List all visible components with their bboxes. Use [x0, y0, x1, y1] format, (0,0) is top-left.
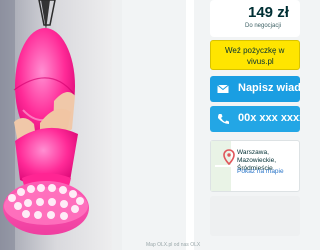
send-message-button[interactable]: Napisz wiadom: [210, 76, 300, 102]
loan-ad-line1: Weź pożyczkę w: [225, 46, 285, 55]
loan-ad-line2: vivus.pl: [247, 57, 274, 66]
listing-page: 149 zł Do negocjacji Weź pożyczkę w vivu…: [0, 0, 300, 250]
photo-gallery[interactable]: [0, 0, 197, 250]
location-card: Warszawa, Mazowieckie, Śródmieście Pokaż…: [210, 140, 300, 192]
location-city: Warszawa, Mazowieckie,: [237, 149, 277, 164]
show-on-map-link[interactable]: Pokaż na mapie: [237, 168, 284, 175]
envelope-icon: [217, 84, 229, 93]
column-divider: [186, 0, 200, 250]
send-message-label: Napisz wiadom: [238, 82, 300, 94]
map-placeholder: [210, 196, 300, 236]
product-photo[interactable]: [0, 0, 112, 250]
footer-copy: Map OLX.pl od nas OLX: [146, 242, 201, 248]
gallery-background: [112, 0, 122, 250]
phone-number: 00x xxx xxxx: [238, 112, 300, 124]
listing-sidebar: 149 zł Do negocjacji Weź pożyczkę w vivu…: [200, 0, 300, 250]
price: 149 zł: [248, 4, 289, 21]
show-phone-button[interactable]: 00x xxx xxxx: [210, 106, 300, 132]
location-pin-icon: [223, 149, 235, 165]
price-card: 149 zł Do negocjacji: [210, 0, 300, 37]
pink-egg-figurine-photo-icon: [0, 0, 112, 250]
phone-icon: [218, 114, 229, 124]
loan-ad[interactable]: Weź pożyczkę w vivus.pl: [210, 40, 300, 70]
negotiable-label: Do negocjacji: [245, 23, 282, 29]
